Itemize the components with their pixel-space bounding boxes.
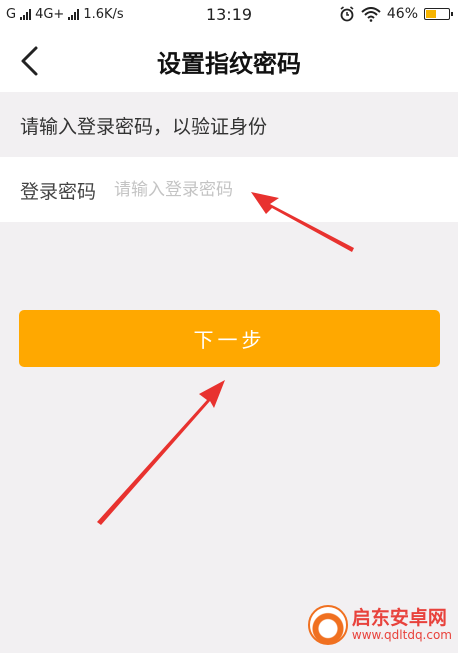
status-bar: G 4G+ 1.6K/s 13:19 46% (0, 0, 458, 30)
nav-bar: 设置指纹密码 (0, 30, 458, 92)
status-right: 46% (339, 6, 453, 22)
password-row: 登录密码 (0, 157, 458, 222)
watermark-name: 启东安卓网 (351, 606, 447, 629)
battery-percent: 46% (386, 6, 418, 22)
watermark-logo-icon (307, 605, 348, 645)
page-title: 设置指纹密码 (157, 50, 301, 78)
battery-icon (424, 8, 453, 20)
watermark: 启东安卓网 www.qdltdq.com (307, 605, 452, 645)
wifi-icon (361, 6, 381, 22)
watermark-url: www.qdltdq.com (351, 627, 452, 642)
arrow-to-button (97, 380, 225, 525)
next-button[interactable]: 下一步 (19, 310, 440, 367)
verify-hint: 请输入登录密码，以验证身份 (20, 116, 268, 138)
password-input[interactable] (112, 171, 436, 209)
password-label: 登录密码 (20, 181, 97, 203)
alarm-icon (340, 6, 354, 22)
